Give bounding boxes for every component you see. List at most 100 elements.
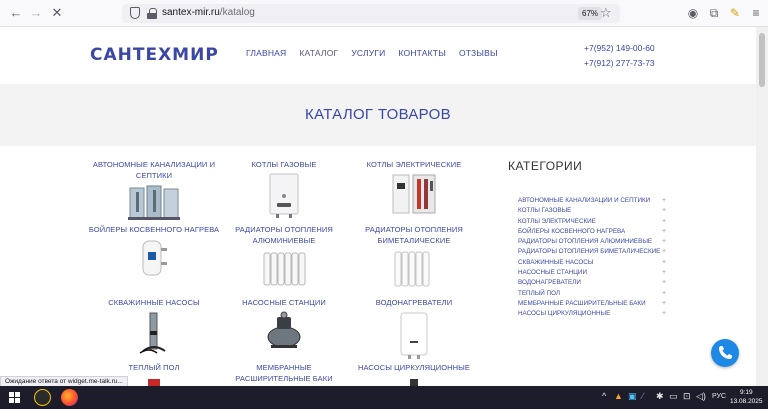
tray-app-icon[interactable]: ▲ [614,391,623,401]
electric-boiler-image[interactable] [389,173,439,215]
forward-arrow-icon[interactable]: → [28,5,44,21]
tray-battery-icon[interactable]: ▭ [669,391,678,402]
phone-1[interactable]: +7(952) 149-00-60 [584,41,655,56]
product-card[interactable]: НАСОСЫ ЦИРКУЛЯЦИОННЫЕ [348,362,480,386]
product-card[interactable]: БОЙЛЕРЫ КОСВЕННОГО НАГРЕВА [88,224,220,278]
category-expand-icon[interactable]: + [662,247,666,257]
pump-station-image[interactable] [263,311,305,351]
product-title[interactable]: РАДИАТОРЫ ОТОПЛЕНИЯ АЛЮМИНИЕВЫЕ [218,224,350,246]
category-item[interactable]: СКВАЖИННЫЕ НАСОСЫ + [508,258,678,268]
product-title[interactable]: НАСОСНЫЕ СТАНЦИИ [218,297,350,308]
aluminum-radiator-image[interactable] [261,249,307,289]
category-item[interactable]: КОТЛЫ ГАЗОВЫЕ + [508,206,678,216]
category-item[interactable]: БОЙЛЕРЫ КОСВЕННОГО НАГРЕВА + [508,227,678,237]
product-title[interactable]: НАСОСЫ ЦИРКУЛЯЦИОННЫЕ [348,362,480,373]
category-label[interactable]: КОТЛЫ ЭЛЕКТРИЧЕСКИЕ [518,218,596,225]
category-label[interactable]: БОЙЛЕРЫ КОСВЕННОГО НАГРЕВА [518,228,625,235]
account-icon[interactable]: ◉ [685,5,701,21]
category-expand-icon[interactable]: + [662,289,666,299]
product-card[interactable]: МЕМБРАННЫЕ РАСШИРИТЕЛЬНЫЕ БАКИ [218,362,350,384]
nav-reviews[interactable]: ОТЗЫВЫ [459,48,498,58]
zoom-level-badge[interactable]: 67% [578,7,603,20]
tray-screen-icon[interactable]: ▣ [628,391,637,402]
product-title[interactable]: ВОДОНАГРЕВАТЕЛИ [348,297,480,308]
category-expand-icon[interactable]: + [662,309,666,319]
warm-floor-image[interactable] [144,376,164,386]
product-title[interactable]: СКВАЖИННЫЕ НАСОСЫ [88,297,220,308]
category-item[interactable]: РАДИАТОРЫ ОТОПЛЕНИЯ АЛЮМИНИЕВЫЕ + [508,237,678,247]
category-label[interactable]: АВТОНОМНЫЕ КАНАЛИЗАЦИИ И СЕПТИКИ [518,197,650,204]
category-expand-icon[interactable]: + [662,237,666,247]
stop-loading-icon[interactable]: ✕ [49,5,65,21]
septic-tanks-image[interactable] [126,184,182,222]
product-title[interactable]: БОЙЛЕРЫ КОСВЕННОГО НАГРЕВА [88,224,220,235]
product-title[interactable]: КОТЛЫ ГАЗОВЫЕ [218,159,350,170]
product-card[interactable]: КОТЛЫ ГАЗОВЫЕ [218,159,350,219]
category-expand-icon[interactable]: + [662,299,666,309]
borehole-pump-image[interactable] [137,311,171,355]
extension-brush-icon[interactable]: ✎ [727,5,743,21]
bookmark-star-icon[interactable]: ☆ [600,5,612,21]
tray-bluetooth-icon[interactable]: ✱ [656,391,664,402]
product-card[interactable]: КОТЛЫ ЭЛЕКТРИЧЕСКИЕ [348,159,480,215]
address-bar[interactable]: santex-mir.ru/katalog 67% ☆ [122,4,620,23]
extensions-icon[interactable]: ⧉ [706,5,722,21]
product-card[interactable]: СКВАЖИННЫЕ НАСОСЫ [88,297,220,355]
category-label[interactable]: НАСОСЫ ЦИРКУЛЯЦИОННЫЕ [518,310,610,317]
call-button[interactable] [711,339,739,367]
category-item[interactable]: ТЕПЛЫЙ ПОЛ + [508,289,678,299]
category-label[interactable]: ТЕПЛЫЙ ПОЛ [518,290,560,297]
firefox-icon[interactable] [61,389,78,406]
category-expand-icon[interactable]: + [662,227,666,237]
lock-icon[interactable] [147,8,157,19]
category-expand-icon[interactable]: + [662,217,666,227]
windows-start-icon[interactable] [9,392,20,403]
tray-language[interactable]: РУС [712,393,726,400]
category-item[interactable]: АВТОНОМНЫЕ КАНАЛИЗАЦИИ И СЕПТИКИ + [508,196,678,206]
category-expand-icon[interactable]: + [662,278,666,288]
circulation-pump-image[interactable] [404,376,424,386]
url-text[interactable]: santex-mir.ru/katalog [162,7,255,18]
tray-feather-icon[interactable]: ⁄ [642,391,644,401]
category-item[interactable]: НАСОСНЫЕ СТАНЦИИ + [508,268,678,278]
product-card[interactable]: РАДИАТОРЫ ОТОПЛЕНИЯ АЛЮМИНИЕВЫЕ [218,224,350,289]
category-label[interactable]: КОТЛЫ ГАЗОВЫЕ [518,207,571,214]
bimetal-radiator-image[interactable] [391,249,437,289]
category-expand-icon[interactable]: + [662,258,666,268]
tracking-protection-shield-icon[interactable] [130,7,140,19]
category-item[interactable]: КОТЛЫ ЭЛЕКТРИЧЕСКИЕ + [508,217,678,227]
category-item[interactable]: РАДИАТОРЫ ОТОПЛЕНИЯ БИМЕТАЛИЧЕСКИЕ + [508,247,678,257]
category-item[interactable]: МЕМБРАННЫЕ РАСШИРИТЕЛЬНЫЕ БАКИ + [508,299,678,309]
category-label[interactable]: НАСОСНЫЕ СТАНЦИИ [518,269,587,276]
product-card[interactable]: РАДИАТОРЫ ОТОПЛЕНИЯ БИМЕТАЛИЧЕСКИЕ [348,224,480,289]
product-title[interactable]: РАДИАТОРЫ ОТОПЛЕНИЯ БИМЕТАЛИЧЕСКИЕ [348,224,480,246]
category-label[interactable]: РАДИАТОРЫ ОТОПЛЕНИЯ АЛЮМИНИЕВЫЕ [518,238,652,245]
category-label[interactable]: РАДИАТОРЫ ОТОПЛЕНИЯ БИМЕТАЛИЧЕСКИЕ [518,248,660,255]
category-label[interactable]: ВОДОНАГРЕВАТЕЛИ [518,279,581,286]
category-label[interactable]: СКВАЖИННЫЕ НАСОСЫ [518,259,593,266]
nav-services[interactable]: УСЛУГИ [351,48,385,58]
category-item[interactable]: ВОДОНАГРЕВАТЕЛИ + [508,278,678,288]
page-scrollbar[interactable] [756,27,768,386]
product-card[interactable]: АВТОНОМНЫЕ КАНАЛИЗАЦИИ И СЕПТИКИ [88,159,220,222]
nav-home[interactable]: ГЛАВНАЯ [246,48,286,58]
category-label[interactable]: МЕМБРАННЫЕ РАСШИРИТЕЛЬНЫЕ БАКИ [518,300,646,307]
scrollbar-thumb[interactable] [759,33,765,87]
phone-2[interactable]: +7(912) 277-73-73 [584,56,655,71]
tray-network-icon[interactable]: ⊡ [683,391,691,402]
site-logo[interactable]: САНТЕХМИР [90,45,219,65]
nav-catalog[interactable]: КАТАЛОГ [299,48,338,58]
category-item[interactable]: НАСОСЫ ЦИРКУЛЯЦИОННЫЕ + [508,309,678,319]
tray-clock[interactable]: 9:19 13.08.2025 [730,388,763,406]
gas-boiler-image[interactable] [267,173,301,219]
product-title[interactable]: МЕМБРАННЫЕ РАСШИРИТЕЛЬНЫЕ БАКИ [218,362,350,384]
nav-contacts[interactable]: КОНТАКТЫ [398,48,445,58]
product-title[interactable]: КОТЛЫ ЭЛЕКТРИЧЕСКИЕ [348,159,480,170]
tray-chevron-icon[interactable]: ^ [602,391,606,401]
pinned-app-icon[interactable] [34,389,51,406]
category-expand-icon[interactable]: + [662,196,666,206]
water-heater-image[interactable] [397,311,431,359]
product-card[interactable]: ВОДОНАГРЕВАТЕЛИ [348,297,480,359]
menu-icon[interactable]: ≡ [748,5,764,21]
product-card[interactable]: НАСОСНЫЕ СТАНЦИИ [218,297,350,351]
